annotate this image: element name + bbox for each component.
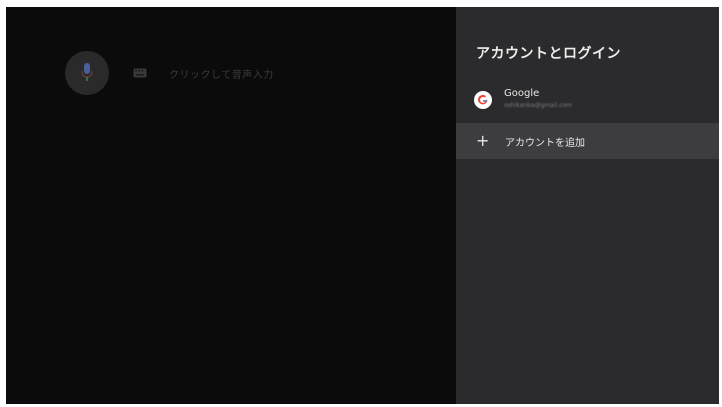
account-name: Google <box>504 88 540 99</box>
search-hint: クリックして音声入力 <box>169 69 274 81</box>
mic-icon <box>81 63 93 81</box>
google-icon <box>474 91 492 109</box>
accounts-panel: アカウントとログイン Google oshikanba@gmail.com + … <box>456 7 719 404</box>
panel-title: アカウントとログイン <box>476 46 621 62</box>
tv-screen: クリックして音声入力 アカウントとログイン Google oshikanba@g… <box>6 7 719 404</box>
keyboard-icon[interactable] <box>133 68 147 78</box>
account-item-google[interactable]: Google oshikanba@gmail.com <box>456 79 719 123</box>
account-email: oshikanba@gmail.com <box>504 102 572 109</box>
add-account-label: アカウントを追加 <box>505 138 585 149</box>
plus-icon: + <box>476 131 490 150</box>
search-bar: クリックして音声入力 <box>65 51 274 95</box>
mic-button[interactable] <box>65 51 109 95</box>
add-account-button[interactable]: + アカウントを追加 <box>456 123 719 159</box>
